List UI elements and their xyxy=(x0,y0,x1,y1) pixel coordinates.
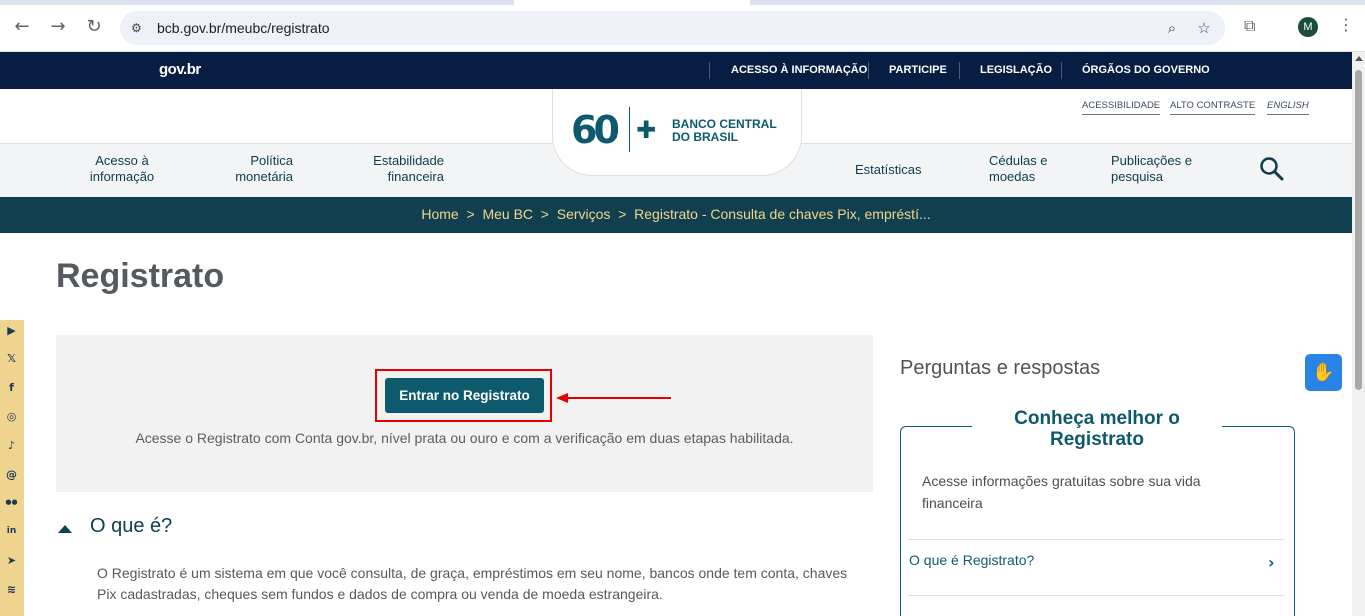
extensions-icon[interactable]: ⧉ xyxy=(1244,16,1255,36)
menu-label: Estatísticas xyxy=(855,162,922,177)
bcb-logo-text[interactable]: BANCO CENTRAL DO BRASIL xyxy=(672,118,777,144)
card-title: Conheça melhor o Registrato xyxy=(1014,408,1180,450)
caret-up-icon[interactable] xyxy=(58,525,72,533)
menu-label: financeira xyxy=(387,169,444,184)
scroll-up-icon[interactable] xyxy=(1355,56,1363,61)
scrollbar-thumb[interactable] xyxy=(1355,70,1362,390)
flickr-icon[interactable]: ●● xyxy=(4,495,19,510)
gov-link-legislacao[interactable]: LEGISLAÇÃO xyxy=(980,64,1052,76)
breadcrumb-bar: Home > Meu BC > Serviços > Registrato - … xyxy=(0,197,1352,233)
menu-estatisticas[interactable]: Estatísticas xyxy=(855,162,921,178)
high-contrast-link[interactable]: ALTO CONTRASTE xyxy=(1170,100,1256,115)
threads-icon[interactable]: @ xyxy=(4,467,19,482)
section-title[interactable]: O que é? xyxy=(90,515,172,538)
logo-anos-text: anos xyxy=(611,122,618,139)
menu-estabilidade-financeira[interactable]: Estabilidade financeira xyxy=(364,153,444,185)
vlibras-icon[interactable]: ✋ xyxy=(1305,354,1342,391)
linkedin-icon[interactable]: in xyxy=(4,524,19,539)
gov-bar: gov.br ACESSO À INFORMAÇÃO PARTICIPE LEG… xyxy=(0,52,1352,89)
tiktok-icon[interactable]: ♪ xyxy=(4,438,19,453)
site-settings-icon[interactable]: ⚙ xyxy=(131,20,147,36)
browser-toolbar: ← → ↻ ⚙ bcb.gov.br/meubc/registrato ⌕ ☆ … xyxy=(0,0,1365,52)
forward-icon[interactable]: → xyxy=(47,16,69,38)
gov-separator xyxy=(868,62,869,79)
login-description: Acesse o Registrato com Conta gov.br, ní… xyxy=(135,430,794,446)
page-scrollbar[interactable] xyxy=(1352,52,1365,616)
govbr-logo[interactable]: gov.br xyxy=(159,61,201,78)
annotation-arrow xyxy=(556,393,671,403)
gov-link-acesso[interactable]: ACESSO À INFORMAÇÃO xyxy=(731,64,867,76)
telegram-icon[interactable]: ➤ xyxy=(4,553,19,568)
menu-label: Política xyxy=(250,153,293,168)
active-tab[interactable] xyxy=(514,0,750,5)
section-body: O Registrato é um sistema em que você co… xyxy=(97,565,848,602)
profile-avatar[interactable]: M xyxy=(1298,17,1318,37)
card-divider xyxy=(908,539,1285,540)
breadcrumb[interactable]: Home > Meu BC > Serviços > Registrato - … xyxy=(0,206,1352,222)
url-text[interactable]: bcb.gov.br/meubc/registrato xyxy=(157,20,330,36)
menu-label: monetária xyxy=(235,169,293,184)
menu-label: pesquisa xyxy=(1111,169,1164,184)
page-title: Registrato xyxy=(56,257,225,295)
bcb-logo-icon[interactable]: ✚ xyxy=(636,115,666,145)
card-description: Acesse informações gratuitas sobre sua v… xyxy=(922,473,1201,511)
page-content: gov.br ACESSO À INFORMAÇÃO PARTICIPE LEG… xyxy=(0,52,1352,616)
browser-menu-icon[interactable]: ⋮ xyxy=(1338,15,1354,34)
menu-politica-monetaria[interactable]: Política monetária xyxy=(225,153,293,185)
menu-label: moedas xyxy=(989,169,1036,184)
menu-label: Acesso à xyxy=(95,153,149,168)
logo-60-anos[interactable]: 60 xyxy=(571,108,620,152)
menu-label: informação xyxy=(89,169,155,184)
faq-title: Perguntas e respostas xyxy=(900,357,1101,379)
youtube-icon[interactable]: ▶ xyxy=(4,323,19,338)
facebook-icon[interactable]: f xyxy=(4,380,19,395)
gov-link-orgaos[interactable]: ÓRGÃOS DO GOVERNO xyxy=(1082,64,1210,76)
menu-label: Estabilidade xyxy=(373,153,444,168)
reload-icon[interactable]: ↻ xyxy=(83,16,105,38)
zoom-icon[interactable]: ⌕ xyxy=(1163,19,1181,37)
gov-separator xyxy=(1061,62,1062,79)
logo-line: DO BRASIL xyxy=(672,130,738,144)
menu-acesso-informacao[interactable]: Acesso à informação xyxy=(87,153,157,185)
back-icon[interactable]: ← xyxy=(11,16,33,38)
menu-label: Publicações e xyxy=(1111,153,1192,168)
enter-registrato-button[interactable]: Entrar no Registrato xyxy=(385,378,544,413)
x-twitter-icon[interactable]: 𝕏 xyxy=(4,351,19,366)
gov-link-participe[interactable]: PARTICIPE xyxy=(889,64,947,76)
social-media-bar: ▶ 𝕏 f ◎ ♪ @ ●● in ➤ ≋ xyxy=(0,320,24,616)
faq-card xyxy=(900,426,1295,616)
menu-cedulas-moedas[interactable]: Cédulas e moedas xyxy=(989,153,1048,185)
chevron-right-icon[interactable]: › xyxy=(1268,553,1275,572)
faq-link-what-is[interactable]: O que é Registrato? xyxy=(909,552,1034,568)
logo-divider xyxy=(629,107,630,152)
gov-separator xyxy=(709,62,710,79)
english-link[interactable]: ENGLISH xyxy=(1267,100,1309,115)
menu-label: Cédulas e xyxy=(989,153,1048,168)
accessibility-link[interactable]: ACESSIBILIDADE xyxy=(1082,100,1161,115)
search-icon[interactable] xyxy=(1259,156,1285,182)
rss-icon[interactable]: ≋ xyxy=(4,582,19,597)
instagram-icon[interactable]: ◎ xyxy=(4,409,19,424)
bookmark-star-icon[interactable]: ☆ xyxy=(1195,19,1213,37)
address-bar[interactable]: ⚙ bcb.gov.br/meubc/registrato ⌕ ☆ xyxy=(120,11,1225,45)
card-divider xyxy=(908,595,1285,596)
menu-publicacoes-pesquisa[interactable]: Publicações e pesquisa xyxy=(1111,153,1192,185)
gov-separator xyxy=(959,62,960,79)
tab-strip xyxy=(0,0,1365,5)
